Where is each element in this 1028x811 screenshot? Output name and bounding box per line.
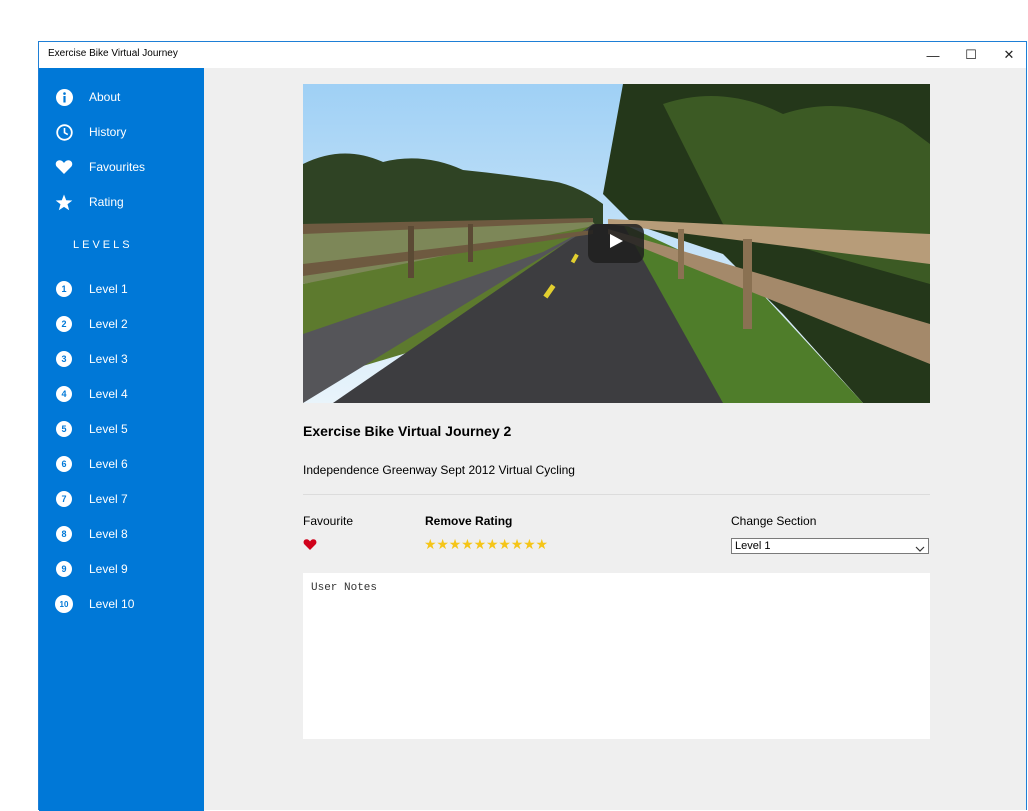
sidebar-item-label: Level 6	[89, 457, 128, 471]
sidebar-item-label: Level 4	[89, 387, 128, 401]
sidebar-item-about[interactable]: About	[39, 82, 204, 112]
levels-heading: LEVELS	[73, 239, 133, 251]
maximize-button[interactable]: ☐	[952, 42, 990, 68]
sidebar-item-label: Rating	[89, 195, 124, 209]
favourite-label: Favourite	[303, 514, 354, 528]
number-7-icon: 7	[55, 490, 73, 508]
video-title: Exercise Bike Virtual Journey 2	[303, 423, 512, 439]
sidebar-item-history[interactable]: History	[39, 117, 204, 147]
sidebar-item-level-1[interactable]: 1 Level 1	[39, 274, 204, 304]
sidebar-item-level-2[interactable]: 2 Level 2	[39, 309, 204, 339]
sidebar-item-label: Favourites	[89, 160, 146, 174]
clock-icon	[55, 123, 73, 141]
chevron-down-icon	[915, 541, 925, 552]
play-icon	[608, 233, 624, 254]
sidebar-item-label: Level 10	[89, 597, 135, 611]
sidebar-item-label: Level 9	[89, 562, 128, 576]
sidebar-item-level-3[interactable]: 3 Level 3	[39, 344, 204, 374]
video-description: Independence Greenway Sept 2012 Virtual …	[303, 463, 575, 477]
info-icon	[55, 88, 73, 106]
heart-icon	[55, 158, 73, 176]
main-content: Exercise Bike Virtual Journey 2 Independ…	[204, 68, 1026, 811]
user-notes-field[interactable]	[303, 573, 930, 739]
sidebar-item-level-10[interactable]: 10 Level 10	[39, 589, 204, 619]
star-icon[interactable]: ★	[474, 537, 487, 551]
sidebar-item-label: Level 5	[89, 422, 128, 436]
number-6-icon: 6	[55, 455, 73, 473]
sidebar-item-label: Level 7	[89, 492, 128, 506]
sidebar-item-level-7[interactable]: 7 Level 7	[39, 484, 204, 514]
app-window: Exercise Bike Virtual Journey — ☐ ✕ Abou…	[38, 41, 1027, 811]
rating-stars[interactable]: ★ ★ ★ ★ ★ ★ ★ ★ ★ ★	[424, 537, 548, 551]
sidebar-item-level-4[interactable]: 4 Level 4	[39, 379, 204, 409]
video-player[interactable]	[303, 84, 930, 403]
number-9-icon: 9	[55, 560, 73, 578]
star-icon[interactable]: ★	[449, 537, 462, 551]
section-selected-value: Level 1	[735, 540, 771, 552]
sidebar-item-level-5[interactable]: 5 Level 5	[39, 414, 204, 444]
star-icon[interactable]: ★	[511, 537, 524, 551]
play-button[interactable]	[588, 224, 644, 263]
number-4-icon: 4	[55, 385, 73, 403]
number-1-icon: 1	[55, 280, 73, 298]
sidebar-item-level-6[interactable]: 6 Level 6	[39, 449, 204, 479]
star-icon[interactable]: ★	[436, 537, 449, 551]
star-icon[interactable]: ★	[523, 537, 536, 551]
sidebar-item-level-8[interactable]: 8 Level 8	[39, 519, 204, 549]
divider	[303, 494, 930, 495]
sidebar-item-label: Level 1	[89, 282, 128, 296]
sidebar: About History Favourites Rating LEVELS 1	[39, 68, 204, 811]
title-bar: Exercise Bike Virtual Journey — ☐ ✕	[39, 42, 1026, 68]
number-5-icon: 5	[55, 420, 73, 438]
number-2-icon: 2	[55, 315, 73, 333]
number-8-icon: 8	[55, 525, 73, 543]
close-button[interactable]: ✕	[990, 42, 1028, 68]
number-10-icon: 10	[55, 595, 73, 613]
sidebar-item-label: History	[89, 125, 127, 139]
number-3-icon: 3	[55, 350, 73, 368]
sidebar-item-label: Level 2	[89, 317, 128, 331]
sidebar-item-level-9[interactable]: 9 Level 9	[39, 554, 204, 584]
star-icon	[55, 193, 73, 211]
star-icon[interactable]: ★	[424, 537, 437, 551]
sidebar-item-favourites[interactable]: Favourites	[39, 152, 204, 182]
star-icon[interactable]: ★	[498, 537, 511, 551]
change-section-label: Change Section	[731, 514, 817, 528]
sidebar-item-label: About	[89, 90, 121, 104]
star-icon[interactable]: ★	[536, 537, 549, 551]
sidebar-item-rating[interactable]: Rating	[39, 187, 204, 217]
sidebar-item-label: Level 8	[89, 527, 128, 541]
remove-rating-button[interactable]: Remove Rating	[425, 514, 512, 528]
favourite-heart-icon[interactable]	[303, 538, 317, 551]
window-title: Exercise Bike Virtual Journey	[48, 48, 178, 59]
sidebar-item-label: Level 3	[89, 352, 128, 366]
section-dropdown[interactable]: Level 1	[731, 538, 929, 554]
star-icon[interactable]: ★	[461, 537, 474, 551]
minimize-button[interactable]: —	[914, 42, 952, 68]
star-icon[interactable]: ★	[486, 537, 499, 551]
